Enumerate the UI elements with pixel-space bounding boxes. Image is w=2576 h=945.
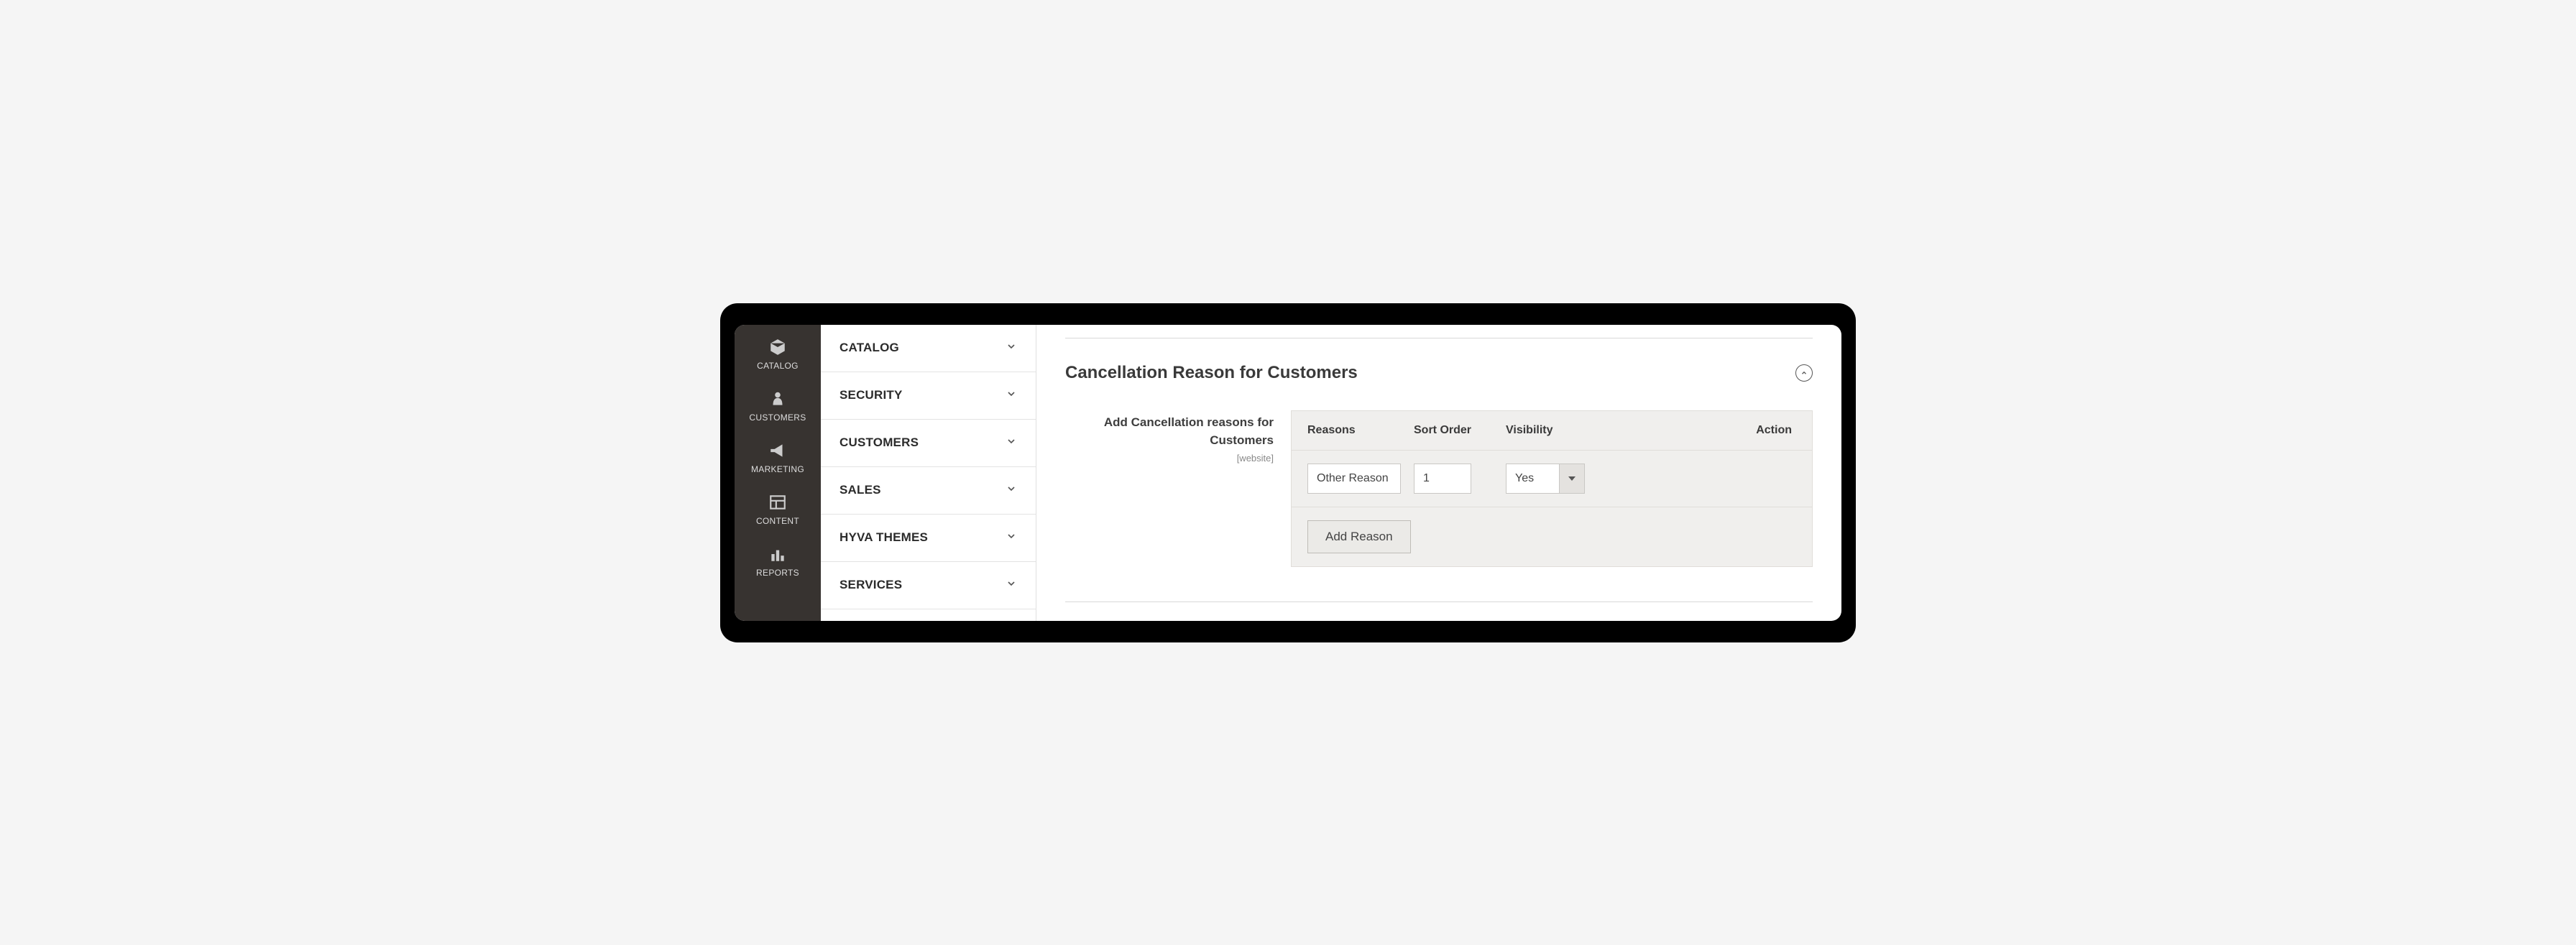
sidebar-item-label: CATALOG: [757, 361, 799, 371]
config-nav-label: CUSTOMERS: [840, 435, 919, 450]
config-nav-item-services[interactable]: SERVICES: [821, 562, 1036, 609]
config-nav-label: SECURITY: [840, 388, 903, 402]
config-nav-label: SALES: [840, 483, 881, 497]
sidebar-item-label: CUSTOMERS: [749, 412, 806, 423]
th-sort-order: Sort Order: [1414, 424, 1493, 437]
chevron-down-icon: [1006, 530, 1017, 545]
sidebar-item-customers[interactable]: CUSTOMERS: [735, 381, 821, 433]
table-footer: Add Reason: [1292, 507, 1812, 566]
chevron-down-icon: [1006, 341, 1017, 356]
reason-input[interactable]: [1307, 464, 1401, 494]
th-reasons: Reasons: [1307, 424, 1401, 437]
th-visibility: Visibility: [1506, 424, 1599, 437]
chart-icon: [768, 545, 787, 563]
config-nav-label: CATALOG: [840, 341, 899, 355]
layout-icon: [768, 493, 787, 512]
divider: [1065, 601, 1813, 602]
sidebar-item-catalog[interactable]: CATALOG: [735, 329, 821, 381]
field-label: Add Cancellation reasons for Customers: [1065, 413, 1274, 450]
person-icon: [768, 389, 787, 408]
config-nav-label: SERVICES: [840, 578, 902, 592]
table-header-row: Reasons Sort Order Visibility Action: [1292, 411, 1812, 450]
dropdown-arrow-icon: [1559, 464, 1585, 494]
collapse-toggle[interactable]: [1795, 364, 1813, 382]
sort-order-input[interactable]: [1414, 464, 1471, 494]
chevron-down-icon: [1006, 578, 1017, 593]
admin-sidebar: CATALOG CUSTOMERS MARKETING CONTENT: [735, 325, 821, 621]
visibility-select[interactable]: Yes: [1506, 464, 1585, 494]
chevron-down-icon: [1006, 435, 1017, 451]
chevron-down-icon: [1006, 388, 1017, 403]
chevron-down-icon: [1006, 483, 1017, 498]
config-nav: CATALOG SECURITY CUSTOMERS SALES HYVA TH…: [821, 325, 1036, 621]
sidebar-item-content[interactable]: CONTENT: [735, 484, 821, 536]
megaphone-icon: [768, 441, 787, 460]
config-nav-item-security[interactable]: SECURITY: [821, 372, 1036, 420]
config-nav-item-hyva-themes[interactable]: HYVA THEMES: [821, 515, 1036, 562]
field-scope: [website]: [1065, 453, 1274, 464]
sidebar-item-marketing[interactable]: MARKETING: [735, 433, 821, 484]
section-title: Cancellation Reason for Customers: [1065, 363, 1358, 383]
th-action: Action: [1612, 424, 1796, 437]
config-nav-label: HYVA THEMES: [840, 530, 928, 545]
reasons-table: Reasons Sort Order Visibility Action: [1291, 410, 1813, 567]
add-reason-button[interactable]: Add Reason: [1307, 520, 1411, 553]
config-nav-item-customers[interactable]: CUSTOMERS: [821, 420, 1036, 467]
sidebar-item-label: REPORTS: [756, 568, 799, 578]
visibility-value: Yes: [1506, 464, 1559, 494]
config-nav-item-sales[interactable]: SALES: [821, 467, 1036, 515]
sidebar-item-label: CONTENT: [756, 516, 799, 526]
table-row: Yes: [1292, 450, 1812, 507]
sidebar-item-reports[interactable]: REPORTS: [735, 536, 821, 588]
main-panel: Cancellation Reason for Customers Add Ca…: [1036, 325, 1841, 621]
box-icon: [768, 338, 787, 356]
chevron-up-icon: [1800, 369, 1808, 377]
config-nav-item-catalog[interactable]: CATALOG: [821, 325, 1036, 372]
sidebar-item-label: MARKETING: [751, 464, 804, 474]
